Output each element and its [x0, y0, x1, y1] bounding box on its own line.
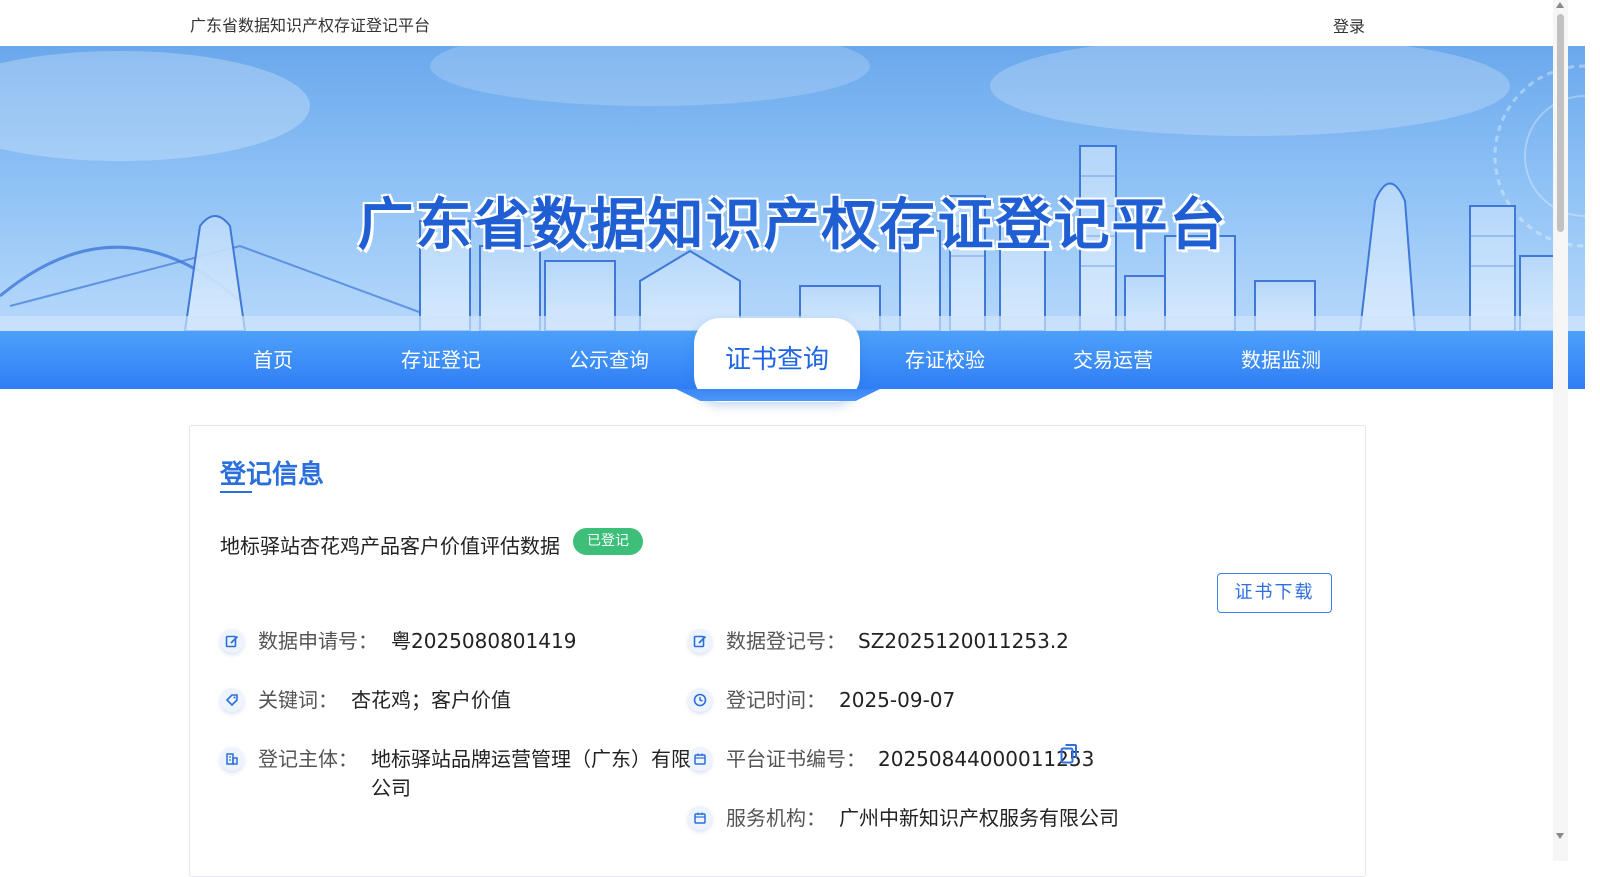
scrollbar-thumb[interactable] — [1557, 14, 1564, 232]
field-label: 平台证书编号： — [726, 747, 866, 771]
title-underline — [220, 491, 252, 493]
hero-banner: 广东省数据知识产权存证登记平台 — [0, 46, 1585, 331]
page-scrollbar[interactable] — [1553, 0, 1568, 861]
building-icon — [220, 747, 244, 771]
scroll-down-arrow-icon[interactable] — [1556, 833, 1564, 839]
field-value: 广州中新知识产权服务有限公司 — [839, 806, 1119, 830]
field-value-line2: 公司 — [371, 776, 411, 800]
field-label: 数据申请号： — [258, 629, 378, 653]
field-label: 关键词： — [258, 688, 338, 712]
active-tab-notch — [676, 389, 880, 401]
field-value: 2025-09-07 — [839, 688, 956, 712]
copy-icon[interactable] — [1060, 743, 1078, 773]
login-link[interactable]: 登录 — [1333, 13, 1365, 37]
calendar-icon — [688, 747, 712, 771]
field-value: SZ2025120011253.2 — [858, 629, 1069, 653]
nav-item-public-query[interactable]: 公示查询 — [539, 331, 679, 389]
registration-info-card: 登记信息 地标驿站杏花鸡产品客户价值评估数据 已登记 证书下载 数据申请号： 粤… — [189, 425, 1366, 877]
field-label: 服务机构： — [726, 806, 826, 830]
field-value-line1: 地标驿站品牌运营管理（广东）有限 — [371, 747, 691, 771]
certificate-download-button[interactable]: 证书下载 — [1217, 573, 1332, 613]
field-label: 登记时间： — [726, 688, 826, 712]
nav-item-home[interactable]: 首页 — [203, 331, 343, 389]
field-subject: 登记主体： 地标驿站品牌运营管理（广东）有限 公司 — [220, 745, 691, 805]
card-title: 登记信息 — [220, 460, 325, 490]
record-name: 地标驿站杏花鸡产品客户价值评估数据 — [220, 534, 560, 558]
nav-item-trade[interactable]: 交易运营 — [1043, 331, 1183, 389]
site-name: 广东省数据知识产权存证登记平台 — [190, 16, 431, 35]
clock-icon — [688, 688, 712, 712]
field-label: 数据登记号： — [726, 629, 846, 653]
calendar-icon — [688, 806, 712, 830]
field-value: 杏花鸡；客户价值 — [351, 688, 511, 712]
tag-icon — [220, 688, 244, 712]
scroll-up-arrow-icon[interactable] — [1556, 2, 1564, 8]
status-badge: 已登记 — [573, 528, 643, 555]
banner-title: 广东省数据知识产权存证登记平台 — [357, 193, 1228, 258]
edit-icon — [688, 629, 712, 653]
nav-item-verify[interactable]: 存证校验 — [875, 331, 1015, 389]
edit-icon — [220, 629, 244, 653]
top-bar: 广东省数据知识产权存证登记平台 登录 — [0, 0, 1585, 46]
main-nav: 首页 存证登记 公示查询 证书查询 存证校验 交易运营 数据监测 — [0, 318, 1585, 402]
nav-item-monitor[interactable]: 数据监测 — [1211, 331, 1351, 389]
field-label: 登记主体： — [258, 747, 358, 771]
field-value: 粤2025080801419 — [391, 629, 577, 653]
nav-item-register[interactable]: 存证登记 — [371, 331, 511, 389]
